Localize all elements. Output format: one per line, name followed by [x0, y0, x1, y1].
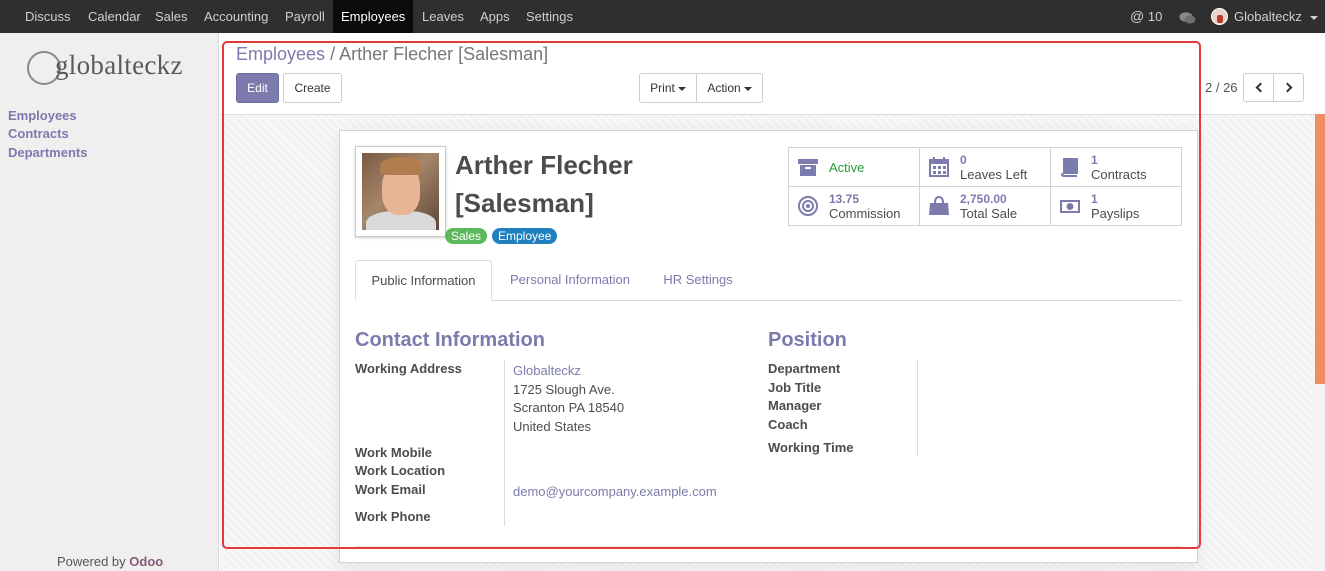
caret-down-icon: [1309, 15, 1318, 20]
address-street: 1725 Slough Ave.: [513, 382, 615, 397]
create-button[interactable]: Create: [283, 73, 342, 103]
total-sale-button[interactable]: 2,750.00 Total Sale: [920, 187, 1051, 226]
tag-sales: Sales: [445, 228, 488, 244]
target-icon: [798, 196, 818, 216]
contracts-label: Contracts: [1091, 167, 1147, 182]
menu-settings[interactable]: Settings: [526, 0, 573, 33]
field-divider: [504, 360, 505, 526]
mentions-count: 10: [1147, 9, 1163, 24]
working-address-label: Working Address: [355, 361, 462, 376]
work-mobile-label: Work Mobile: [355, 445, 433, 460]
edit-button[interactable]: Edit: [236, 73, 279, 103]
work-location-label: Work Location: [355, 463, 446, 478]
manager-label: Manager: [768, 398, 822, 413]
mentions-button[interactable]: @ 10: [1130, 0, 1162, 33]
commission-label: Commission: [829, 206, 901, 221]
employee-photo[interactable]: [355, 146, 446, 237]
contracts-value: 1: [1091, 153, 1098, 167]
action-dropdown[interactable]: Action: [696, 73, 763, 103]
caret-down-icon: [743, 86, 752, 91]
menu-payroll[interactable]: Payroll: [285, 0, 325, 33]
user-avatar[interactable]: [1211, 8, 1228, 25]
address-country: United States: [513, 419, 592, 434]
print-label: Print: [650, 81, 675, 95]
book-icon: [1060, 158, 1078, 177]
job-title-label: Job Title: [768, 380, 822, 395]
active-label: Active: [829, 160, 865, 175]
breadcrumb-current: Arther Flecher [Salesman]: [339, 44, 549, 64]
leaves-left-label: Leaves Left: [960, 167, 1028, 182]
user-menu[interactable]: Globalteckz: [1234, 0, 1318, 33]
total-sale-value: 2,750.00: [960, 192, 1007, 206]
shopping-bag-icon: [929, 196, 949, 215]
payslips-label: Payslips: [1091, 206, 1140, 221]
print-dropdown[interactable]: Print: [639, 73, 697, 103]
commission-button[interactable]: 13.75 Commission: [789, 187, 920, 226]
pager-next-button[interactable]: [1273, 73, 1304, 102]
powered-prefix: Powered by: [57, 554, 126, 569]
photo-hair: [380, 157, 422, 175]
menu-sales[interactable]: Sales: [155, 0, 188, 33]
payslips-button[interactable]: 1 Payslips: [1051, 187, 1182, 226]
employee-name: Arther Flecher [Salesman]: [455, 150, 633, 218]
leaves-left-value: 0: [960, 153, 967, 167]
sidebar-item-contracts[interactable]: Contracts: [8, 126, 69, 141]
chevron-right-icon: [1282, 82, 1293, 93]
menu-calendar[interactable]: Calendar: [88, 0, 141, 33]
leaves-left-button[interactable]: 0 Leaves Left: [920, 148, 1051, 187]
top-navbar: Discuss Calendar Sales Accounting Payrol…: [0, 0, 1325, 33]
pager-value[interactable]: 2 / 26: [1205, 80, 1238, 95]
payslips-value: 1: [1091, 192, 1098, 206]
odoo-link[interactable]: Odoo: [129, 554, 163, 569]
calendar-icon: [929, 157, 949, 177]
breadcrumb-employees[interactable]: Employees: [236, 44, 325, 64]
tab-hr-settings[interactable]: HR Settings: [648, 260, 748, 301]
user-name: Globalteckz: [1234, 9, 1302, 24]
menu-leaves[interactable]: Leaves: [422, 0, 464, 33]
scrollbar-thumb[interactable]: [1315, 114, 1325, 384]
work-email-label: Work Email: [355, 482, 426, 497]
action-label: Action: [707, 81, 741, 95]
chat-button[interactable]: [1179, 0, 1196, 33]
work-phone-label: Work Phone: [355, 509, 431, 524]
money-icon: [1060, 200, 1080, 213]
chevron-left-icon: [1255, 82, 1266, 93]
smart-buttons: Active 0 Leaves Left 1 Contracts 13.75 C…: [788, 147, 1182, 226]
company-logo: globalteckz: [27, 50, 197, 90]
menu-apps[interactable]: Apps: [480, 0, 510, 33]
caret-down-icon: [677, 86, 686, 91]
working-time-label: Working Time: [768, 440, 854, 455]
logo-text: globalteckz: [55, 50, 183, 80]
tag-employee: Employee: [492, 228, 558, 244]
tab-public-information[interactable]: Public Information: [355, 260, 492, 301]
contact-information-title: Contact Information: [355, 329, 545, 351]
at-icon: @: [1130, 8, 1145, 24]
field-divider: [917, 360, 918, 456]
address-city: Scranton PA 18540: [513, 400, 625, 415]
menu-accounting[interactable]: Accounting: [204, 0, 268, 33]
chat-bubbles-icon: [1179, 11, 1196, 24]
coach-label: Coach: [768, 417, 808, 432]
breadcrumb-separator: /: [330, 44, 336, 64]
powered-by: Powered by Odoo: [57, 554, 163, 569]
department-label: Department: [768, 361, 841, 376]
total-sale-label: Total Sale: [960, 206, 1018, 221]
sidebar-item-departments[interactable]: Departments: [8, 145, 87, 160]
archive-icon: [798, 159, 818, 176]
sheet-bottom-divider: [355, 546, 1182, 547]
contracts-button[interactable]: 1 Contracts: [1051, 148, 1182, 187]
employee-photo-image: [362, 153, 439, 230]
pager-previous-button[interactable]: [1243, 73, 1274, 102]
tab-personal-information[interactable]: Personal Information: [495, 260, 645, 301]
menu-employees[interactable]: Employees: [333, 0, 414, 33]
menu-discuss[interactable]: Discuss: [25, 0, 71, 33]
commission-value: 13.75: [829, 192, 860, 206]
breadcrumb: Employees / Arther Flecher [Salesman]: [236, 44, 548, 65]
sidebar-item-employees[interactable]: Employees: [8, 108, 77, 123]
work-email-value[interactable]: demo@yourcompany.example.com: [513, 484, 717, 499]
position-title: Position: [768, 329, 847, 351]
active-toggle-button[interactable]: Active: [789, 148, 920, 187]
working-address-company[interactable]: Globalteckz: [513, 363, 581, 378]
